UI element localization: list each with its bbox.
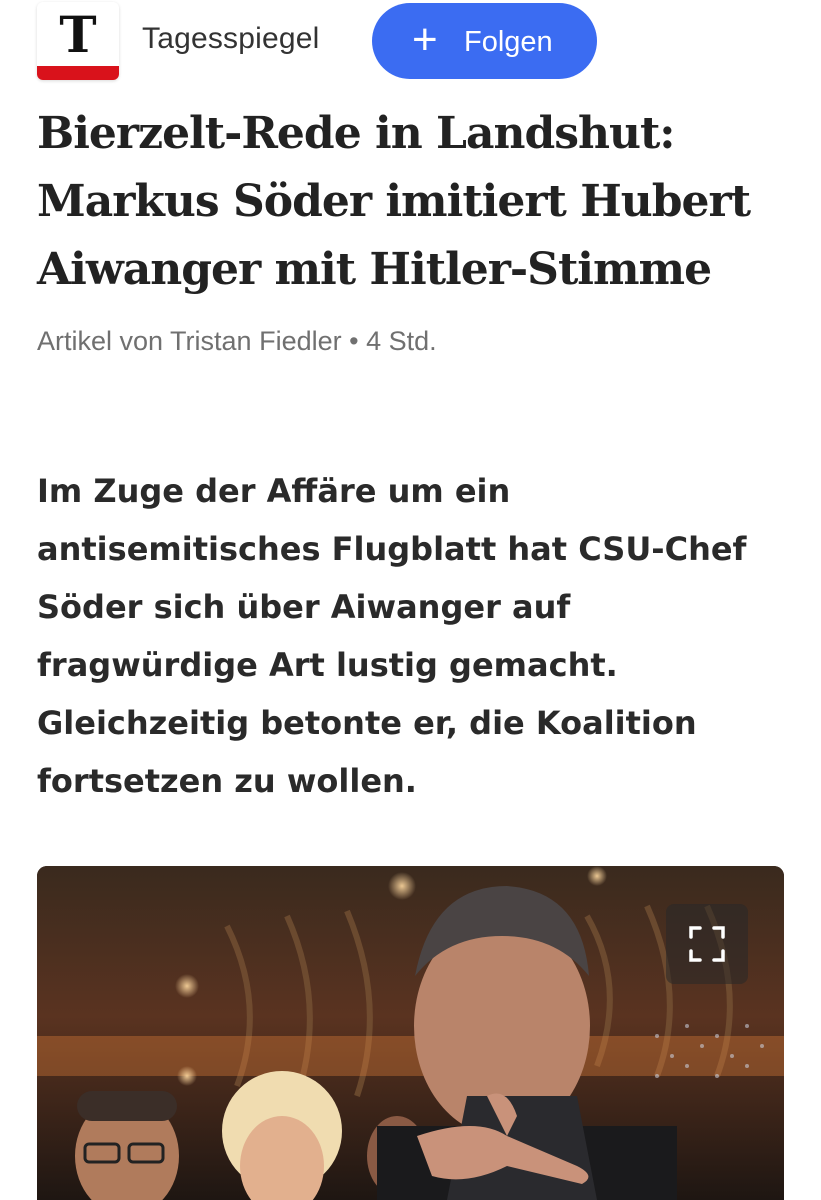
article-lead: Im Zuge der Affäre um ein antisemitische… — [37, 472, 747, 800]
fullscreen-icon — [689, 926, 725, 962]
publisher-bar: T Tagesspiegel + Folgen — [0, 0, 821, 90]
publisher-name[interactable]: Tagesspiegel — [142, 22, 320, 56]
article-headline: Bierzelt-Rede in Landshut: Markus Söder … — [37, 108, 751, 295]
logo-stripe — [37, 66, 119, 80]
plus-icon: + — [412, 15, 438, 64]
follow-button[interactable]: + Folgen — [372, 3, 597, 79]
logo-letter: T — [59, 5, 97, 64]
publisher-logo[interactable]: T — [37, 2, 119, 80]
article-byline: Artikel von Tristan Fiedler • 4 Std. — [37, 326, 437, 356]
follow-label: Folgen — [464, 26, 553, 58]
expand-image-button[interactable] — [666, 904, 748, 984]
